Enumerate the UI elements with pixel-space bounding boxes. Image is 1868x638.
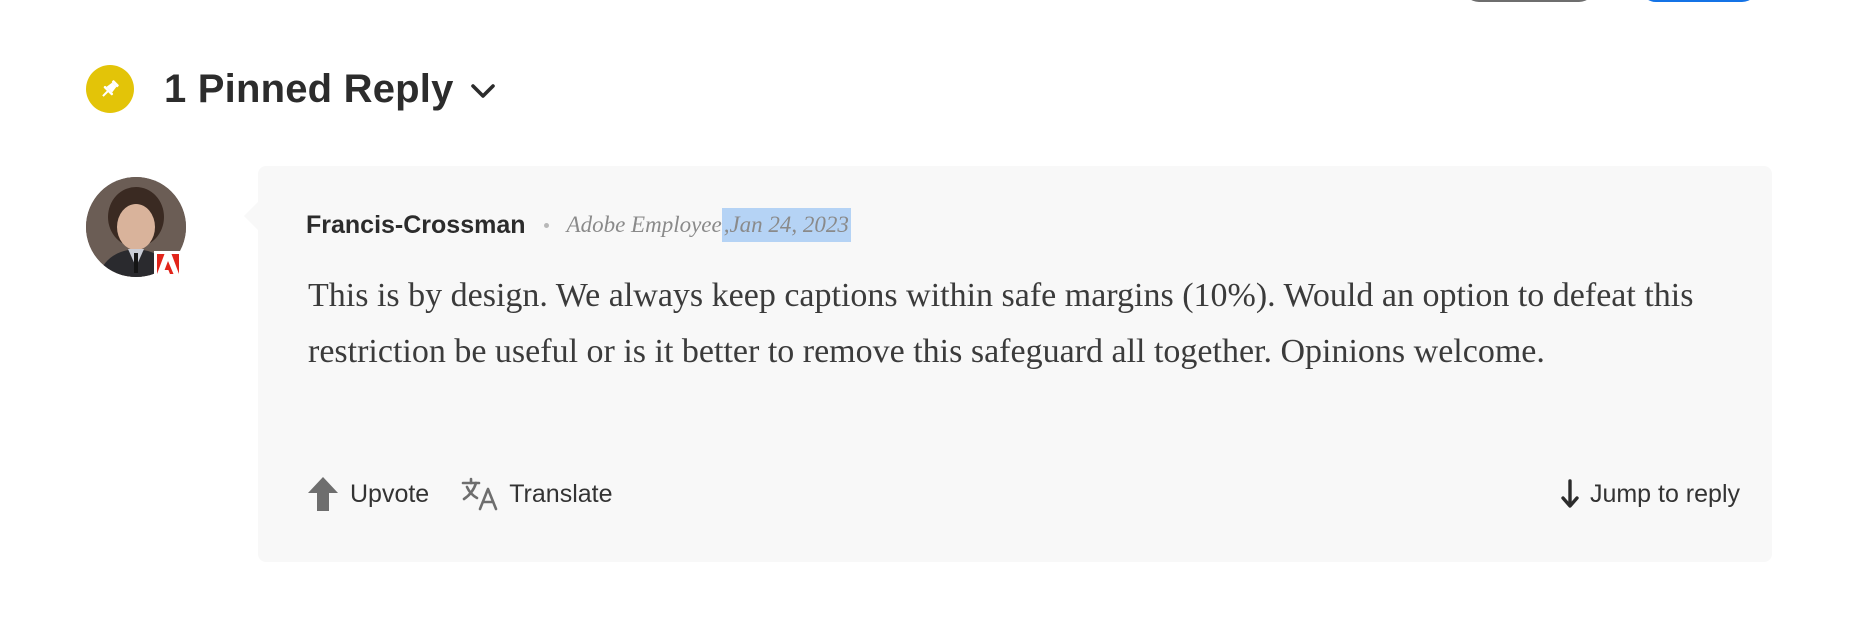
jump-to-reply-link[interactable]: Jump to reply: [1560, 472, 1740, 516]
top-primary-button[interactable]: [1640, 0, 1758, 2]
jump-label: Jump to reply: [1589, 479, 1740, 508]
reply-date-text: Jan 24, 2023: [729, 212, 849, 237]
reply-meta: Francis-Crossman Adobe Employee ,Jan 24, …: [306, 208, 851, 242]
pin-icon: [86, 65, 134, 113]
reply-actions: Upvote Translate: [306, 472, 613, 516]
chevron-down-icon[interactable]: [468, 76, 498, 106]
pinned-reply-title: 1 Pinned Reply: [164, 66, 454, 111]
arrow-up-icon: [306, 475, 340, 513]
author-name[interactable]: Francis-Crossman: [306, 211, 526, 240]
pinned-replies-header: 1 Pinned Reply: [86, 62, 498, 116]
top-secondary-button[interactable]: [1463, 0, 1595, 2]
upvote-label: Upvote: [350, 479, 430, 508]
author-role: Adobe Employee: [566, 212, 722, 237]
translate-label: Translate: [509, 479, 613, 508]
adobe-logo-icon: [154, 251, 182, 277]
meta-separator-dot: [543, 222, 549, 228]
card-pointer: [244, 202, 258, 230]
translate-button[interactable]: Translate: [461, 477, 613, 511]
reply-date: ,Jan 24, 2023: [721, 208, 851, 242]
upvote-button[interactable]: Upvote: [306, 475, 429, 513]
translate-icon: [461, 477, 499, 511]
reply-body: This is by design. We always keep captio…: [308, 277, 1694, 370]
pinned-reply-card: Francis-Crossman Adobe Employee ,Jan 24, …: [244, 166, 1772, 562]
arrow-down-icon: [1560, 479, 1580, 509]
author-avatar[interactable]: [86, 177, 186, 277]
